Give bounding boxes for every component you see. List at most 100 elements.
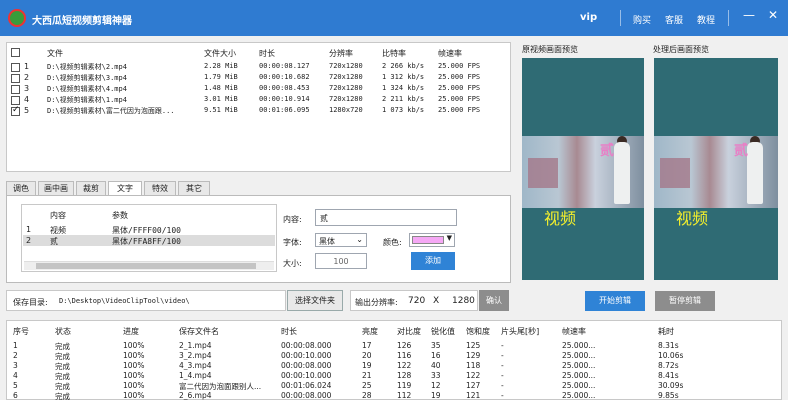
file-cell-dur[interactable]: 00:01:06.095 [259,106,327,114]
file-cell-res[interactable]: 1280x720 [329,106,381,114]
task-cell: 4_3.mp4 [179,361,212,370]
select-all-checkbox[interactable] [11,48,20,57]
add-text-button[interactable]: 添加 [411,252,455,270]
vip-link[interactable]: vip [580,12,597,23]
file-row-number: 3 [24,84,30,93]
task-column-header[interactable]: 耗时 [658,326,674,337]
task-cell: 2_1.mp4 [179,341,212,350]
color-picker[interactable]: ▼ [409,233,455,247]
file-row-checkbox[interactable] [11,85,20,94]
list-item-param[interactable]: 黑体/FFA8FF/100 [112,236,181,247]
service-link[interactable]: 客服 [665,13,683,26]
file-row-checkbox[interactable] [11,96,20,105]
scrollbar-thumb[interactable] [36,263,256,269]
column-header[interactable]: 时长 [259,48,275,59]
horizontal-scrollbar[interactable] [24,261,274,270]
task-column-header[interactable]: 时长 [281,326,297,337]
task-column-header[interactable]: 序号 [13,326,29,337]
tab-effects[interactable]: 特效 [144,181,176,195]
file-cell-file[interactable]: D:\视频剪辑素材\2.mp4 [47,62,202,72]
task-column-header[interactable]: 片头尾[秒] [501,326,539,337]
font-select[interactable]: 黑体 ⌄ [315,233,367,247]
buy-link[interactable]: 购买 [633,13,651,26]
column-header[interactable]: 文件大小 [204,48,236,59]
column-header[interactable]: 分辨率 [329,48,353,59]
file-cell-bitrate[interactable]: 2 266 kb/s [382,62,437,70]
tab-crop[interactable]: 裁剪 [76,181,106,195]
color-swatch [412,236,444,244]
column-header[interactable]: 比特率 [382,48,406,59]
minimize-icon[interactable]: — [743,8,755,22]
content-input[interactable]: 贰 [315,209,457,226]
task-cell: 128 [397,371,412,380]
column-header[interactable]: 内容 [50,210,66,221]
file-cell-bitrate[interactable]: 1 324 kb/s [382,84,437,92]
file-cell-fps[interactable]: 25.000 FPS [438,84,498,92]
task-column-header[interactable]: 帧速率 [562,326,586,337]
tab-color[interactable]: 调色 [6,181,36,195]
output-height-input[interactable]: 1280 [452,296,475,306]
task-column-header[interactable]: 亮度 [362,326,378,337]
task-column-header[interactable]: 保存文件名 [179,326,219,337]
file-cell-bitrate[interactable]: 2 211 kb/s [382,95,437,103]
file-cell-bitrate[interactable]: 1 312 kb/s [382,73,437,81]
video-frame-detail [614,142,630,204]
file-cell-dur[interactable]: 00:00:08.453 [259,84,327,92]
file-cell-file[interactable]: D:\视频剪辑素材\4.mp4 [47,84,202,94]
column-header[interactable]: 文件 [47,48,63,59]
file-cell-res[interactable]: 720x1280 [329,73,381,81]
file-cell-size[interactable]: 2.28 MiB [204,62,256,70]
file-cell-res[interactable]: 720x1280 [329,95,381,103]
file-cell-bitrate[interactable]: 1 073 kb/s [382,106,437,114]
pause-edit-button[interactable]: 暂停剪辑 [655,291,715,311]
task-cell: - [501,341,504,350]
output-width-input[interactable]: 720 [408,296,425,306]
column-header[interactable]: 帧速率 [438,48,462,59]
file-cell-file[interactable]: D:\视频剪辑素材\1.mp4 [47,95,202,105]
task-column-header[interactable]: 饱和度 [466,326,490,337]
task-cell: 完成 [55,392,70,400]
file-cell-dur[interactable]: 00:00:10.914 [259,95,327,103]
task-column-header[interactable]: 进度 [123,326,139,337]
file-row-number: 2 [24,73,30,82]
list-item-content[interactable]: 贰 [50,236,58,247]
file-cell-size[interactable]: 9.51 MiB [204,106,256,114]
file-cell-file[interactable]: D:\视频剪辑素材\3.mp4 [47,73,202,83]
save-dir-bar: 保存目录: D:\Desktop\VideoClipTool\video\ [6,290,286,311]
file-row-checkbox[interactable] [11,105,20,116]
file-cell-dur[interactable]: 00:00:08.127 [259,62,327,70]
column-header[interactable]: 参数 [112,210,128,221]
task-column-header[interactable]: 锐化值 [431,326,455,337]
file-cell-res[interactable]: 720x1280 [329,62,381,70]
tab-text[interactable]: 文字 [108,181,142,196]
tab-pip[interactable]: 画中画 [38,181,74,195]
file-cell-dur[interactable]: 00:00:10.682 [259,73,327,81]
task-cell: 00:00:08.000 [281,361,332,370]
file-cell-size[interactable]: 1.48 MiB [204,84,256,92]
file-cell-fps[interactable]: 25.000 FPS [438,95,498,103]
choose-folder-button[interactable]: 选择文件夹 [287,290,343,311]
file-cell-fps[interactable]: 25.000 FPS [438,73,498,81]
size-input[interactable]: 100 [315,253,367,269]
close-icon[interactable]: ✕ [768,8,778,22]
file-cell-res[interactable]: 720x1280 [329,84,381,92]
start-edit-button[interactable]: 开始剪辑 [585,291,645,311]
task-cell: 1_4.mp4 [179,371,212,380]
overlay-caption-top: 贰 [600,143,614,159]
file-cell-fps[interactable]: 25.000 FPS [438,106,498,114]
task-column-header[interactable]: 对比度 [397,326,421,337]
tab-other[interactable]: 其它 [178,181,210,195]
tutorial-link[interactable]: 教程 [697,13,715,26]
font-label: 字体: [283,238,302,247]
task-column-header[interactable]: 状态 [55,326,71,337]
file-cell-fps[interactable]: 25.000 FPS [438,62,498,70]
save-dir-path[interactable]: D:\Desktop\VideoClipTool\video\ [59,297,279,305]
file-cell-size[interactable]: 1.79 MiB [204,73,256,81]
file-cell-file[interactable]: D:\视频剪辑素材\富二代因为泡面跟... [47,106,202,116]
watermelon-logo-icon [8,9,26,27]
confirm-button[interactable]: 确认 [479,290,509,311]
file-cell-size[interactable]: 3.01 MiB [204,95,256,103]
task-cell: 00:00:10.000 [281,371,332,380]
file-row-checkbox[interactable] [11,74,20,83]
file-row-checkbox[interactable] [11,63,20,72]
